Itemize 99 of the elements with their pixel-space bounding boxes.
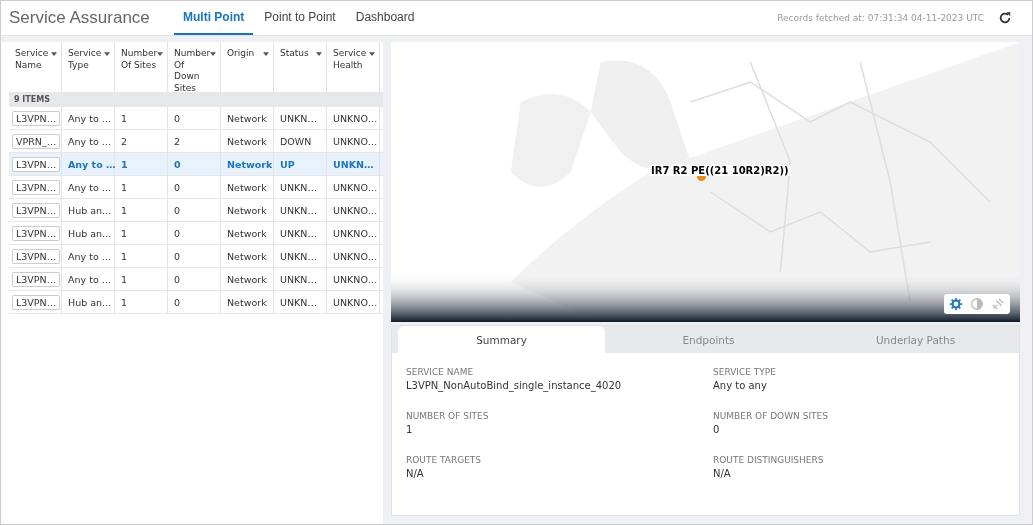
node-label[interactable]: IR7 R2 PE((21 10R2)R2)) bbox=[649, 165, 791, 176]
table-cell: 2 bbox=[121, 135, 128, 147]
table-row[interactable]: L3VPN… Hub an… 1 0 Network UNKN… UNKNO… bbox=[9, 222, 383, 245]
table-row[interactable]: L3VPN… Any to … 1 0 Network UNKN… UNKNO… bbox=[9, 268, 383, 291]
detail-tab[interactable]: Summary bbox=[398, 326, 605, 353]
table-cell: 1 bbox=[121, 273, 128, 285]
table-cell: UNKN… bbox=[280, 204, 317, 216]
table-cell: Network bbox=[227, 250, 267, 262]
table-cell: UNKNO… bbox=[333, 296, 378, 308]
table-cell: Network bbox=[227, 181, 267, 193]
table-cell: 0 bbox=[174, 273, 181, 285]
table-row[interactable]: L3VPN… Any to … 1 0 Network UNKN… UNKNO… bbox=[9, 245, 383, 268]
field-value: N/A bbox=[406, 468, 425, 479]
table-cell: 1 bbox=[121, 181, 128, 193]
caret-icon[interactable] bbox=[51, 52, 57, 56]
table-cell: Network bbox=[227, 158, 273, 170]
table-row[interactable]: L3VPN… Any to … 1 0 Network UP UNKN… bbox=[9, 153, 383, 176]
table-cell: Network bbox=[227, 135, 267, 147]
table-cell: UNKN… bbox=[333, 158, 374, 170]
service-name-chip[interactable]: L3VPN… bbox=[12, 156, 61, 172]
field-value: L3VPN_NonAutoBind_single_instance_4020 bbox=[406, 380, 623, 391]
table-cell: 1 bbox=[121, 112, 128, 124]
table-row[interactable]: L3VPN… Hub an… 1 0 Network UNKN… UNKNO… bbox=[9, 199, 383, 222]
caret-icon[interactable] bbox=[263, 52, 269, 56]
table-cell: 1 bbox=[121, 250, 128, 262]
table-cell: Network bbox=[227, 296, 267, 308]
table-row[interactable]: L3VPN… Hub an… 1 0 Network UNKN… UNKNO… bbox=[9, 291, 383, 314]
service-name-chip[interactable]: L3VPN… bbox=[12, 248, 61, 264]
service-name-chip[interactable]: L3VPN… bbox=[12, 202, 61, 218]
service-name-chip[interactable]: L3VPN… bbox=[12, 225, 61, 241]
caret-icon[interactable] bbox=[369, 52, 375, 56]
refresh-icon[interactable] bbox=[998, 11, 1012, 25]
table-cell: UNKNO… bbox=[333, 273, 378, 285]
settings-icon[interactable] bbox=[949, 297, 963, 311]
field-label: NUMBER OF DOWN SITES bbox=[713, 411, 829, 421]
field-value: 1 bbox=[406, 424, 414, 435]
table-cell: Hub an… bbox=[68, 296, 112, 308]
page-title: Service Assurance bbox=[9, 8, 151, 28]
table-cell: 1 bbox=[121, 227, 128, 239]
table-cell: UNKNO… bbox=[333, 227, 378, 239]
table-cell: 0 bbox=[174, 296, 181, 308]
table-cell: Any to … bbox=[68, 158, 116, 170]
caret-icon[interactable] bbox=[157, 52, 163, 56]
caret-icon[interactable] bbox=[210, 52, 216, 56]
table-cell: 0 bbox=[174, 204, 181, 216]
table-cell: UNKN… bbox=[280, 273, 317, 285]
caret-icon[interactable] bbox=[104, 52, 110, 56]
table-cell: Network bbox=[227, 227, 267, 239]
table-cell: Hub an… bbox=[68, 227, 112, 239]
table-cell: UNKNO… bbox=[333, 135, 378, 147]
table-cell: UNKN… bbox=[280, 227, 317, 239]
table-cell: Network bbox=[227, 273, 267, 285]
service-name-chip[interactable]: L3VPN… bbox=[12, 110, 61, 126]
table-cell: 1 bbox=[121, 204, 128, 216]
table-row[interactable]: L3VPN… Any to … 1 0 Network UNKN… UNKNO… bbox=[9, 176, 383, 199]
table-cell: Any to … bbox=[68, 135, 112, 147]
table-cell: UNKN… bbox=[280, 112, 317, 124]
table-row[interactable]: L3VPN… Any to … 1 0 Network UNKN… UNKNO… bbox=[9, 107, 383, 130]
records-fetched-text: Records fetched at: 07:31:34 04-11-2023 UTC bbox=[777, 13, 984, 23]
service-name-chip[interactable]: L3VPN… bbox=[12, 294, 61, 310]
field-value: N/A bbox=[713, 468, 732, 479]
nav-tab[interactable]: Point to Point bbox=[255, 1, 345, 35]
table-cell: UNKNO… bbox=[333, 204, 378, 216]
field-label: ROUTE TARGETS bbox=[406, 455, 483, 465]
table-cell: 2 bbox=[174, 135, 181, 147]
table-cell: Any to … bbox=[68, 273, 112, 285]
nav-tab[interactable]: Dashboard bbox=[346, 1, 424, 35]
table-cell: Any to … bbox=[68, 181, 112, 193]
table-cell: 0 bbox=[174, 181, 181, 193]
table-cell: 1 bbox=[121, 296, 128, 308]
table-cell: UNKNO… bbox=[333, 112, 378, 124]
field-label: ROUTE DISTINGUISHERS bbox=[713, 455, 825, 465]
field-label: NUMBER OF SITES bbox=[406, 411, 490, 421]
table-cell: UNKN… bbox=[280, 181, 317, 193]
field-label: SERVICE TYPE bbox=[713, 367, 777, 377]
table-cell: 0 bbox=[174, 227, 181, 239]
table-cell: Network bbox=[227, 204, 267, 216]
table-cell: UP bbox=[280, 158, 295, 170]
table-cell: Any to … bbox=[68, 250, 112, 262]
field-value: 0 bbox=[713, 424, 721, 435]
field-label: SERVICE NAME bbox=[406, 367, 475, 377]
table-cell: DOWN bbox=[280, 135, 312, 147]
table-cell: 1 bbox=[121, 158, 128, 170]
table-cell: Network bbox=[227, 112, 267, 124]
table-cell: 0 bbox=[174, 158, 181, 170]
service-name-chip[interactable]: VPRN_… bbox=[12, 133, 61, 149]
table-cell: 0 bbox=[174, 250, 181, 262]
item-count: 9 ITEMS bbox=[14, 95, 50, 104]
service-name-chip[interactable]: L3VPN… bbox=[12, 179, 61, 195]
table-cell: Hub an… bbox=[68, 204, 112, 216]
field-value: Any to any bbox=[713, 380, 768, 391]
table-cell: UNKN… bbox=[280, 250, 317, 262]
table-cell: UNKN… bbox=[280, 296, 317, 308]
service-name-chip[interactable]: L3VPN… bbox=[12, 271, 61, 287]
table-cell: UNKNO… bbox=[333, 250, 378, 262]
table-cell: UNKNO… bbox=[333, 181, 378, 193]
table-cell: Any to … bbox=[68, 112, 112, 124]
caret-icon[interactable] bbox=[316, 52, 322, 56]
table-cell: 0 bbox=[174, 112, 181, 124]
